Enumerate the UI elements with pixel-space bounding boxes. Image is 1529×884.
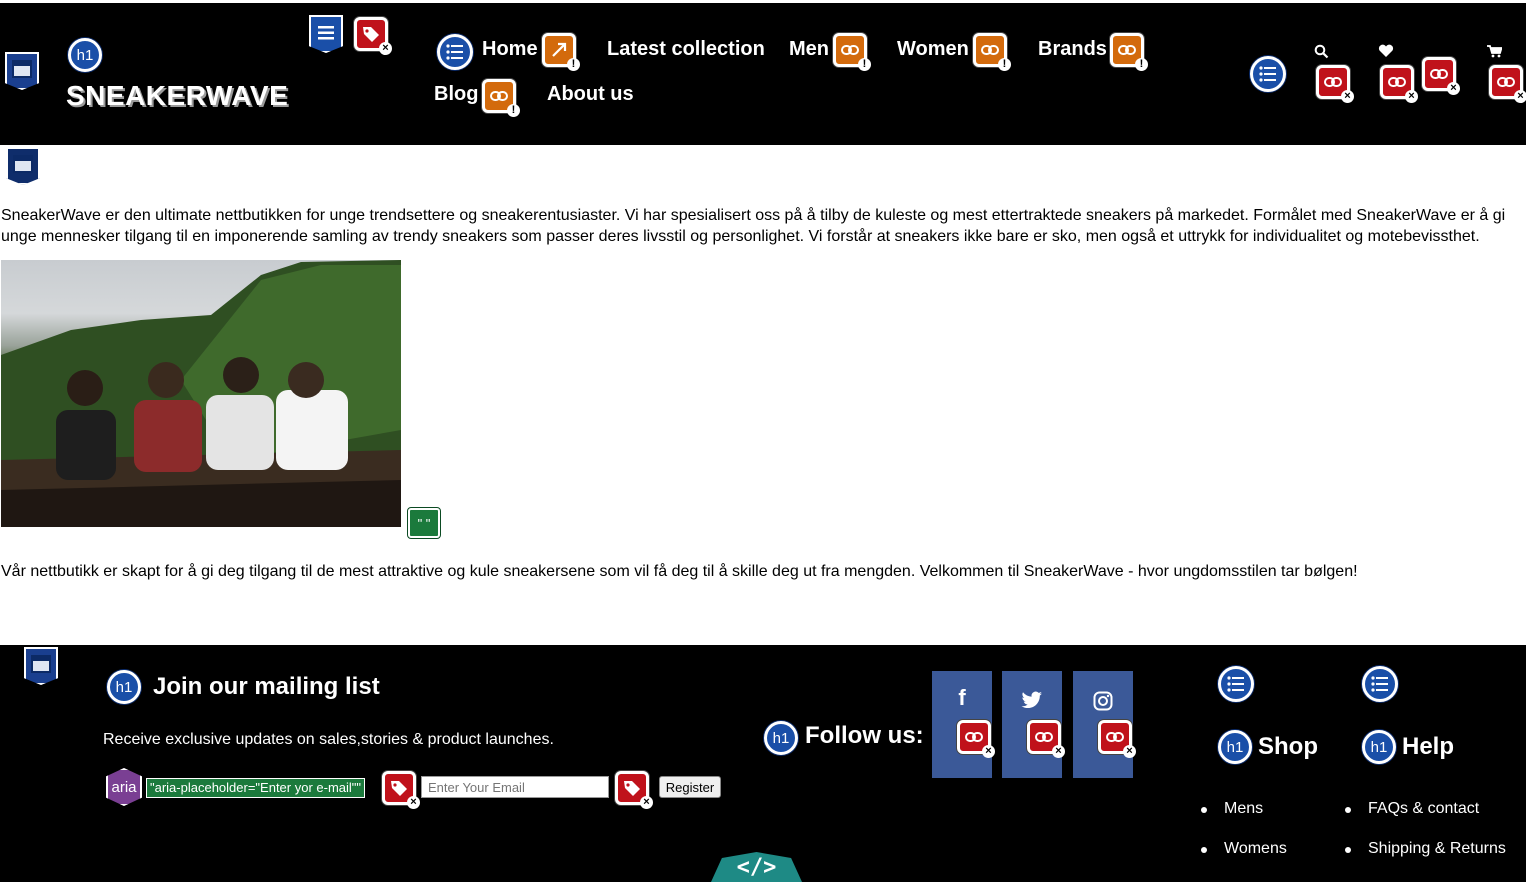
list-item[interactable]: Womens xyxy=(1201,840,1287,858)
hero-image xyxy=(1,260,401,527)
list-item[interactable]: Shipping & Returns xyxy=(1345,840,1506,858)
list-icon xyxy=(1250,56,1286,92)
nav-women-link[interactable]: Women xyxy=(897,38,969,61)
nav-blog-link[interactable]: Blog xyxy=(434,83,478,106)
instagram-icon xyxy=(1073,691,1133,717)
empty-link-error-icon: × xyxy=(1489,65,1527,103)
search-icon[interactable] xyxy=(1314,44,1329,64)
list-icon xyxy=(1362,666,1398,702)
aria-placeholder-note: "aria-placeholder="Enter yor e-mail"" xyxy=(146,778,366,798)
email-field[interactable] xyxy=(421,776,609,798)
h1-heading-icon: h1 xyxy=(1218,730,1252,764)
outro-paragraph: Vår nettbutikk er skapt for å gi deg til… xyxy=(1,563,1358,580)
mailing-list-title: Join our mailing list xyxy=(153,673,380,700)
h1-heading-icon: h1 xyxy=(764,721,798,755)
missing-label-tag-icon: × xyxy=(615,771,653,809)
cart-icon[interactable] xyxy=(1487,45,1503,63)
nav-brands-link[interactable]: Brands xyxy=(1038,38,1107,61)
footer-region-icon xyxy=(24,647,58,685)
missing-label-tag-icon: × xyxy=(382,771,420,809)
nav-latest-collection-link[interactable]: Latest collection xyxy=(607,38,765,61)
site-header xyxy=(0,3,1526,145)
list-item[interactable]: FAQs & contact xyxy=(1345,800,1479,818)
twitter-icon xyxy=(1002,689,1062,715)
empty-link-error-icon: × xyxy=(1098,720,1136,758)
follow-us-title: Follow us: xyxy=(805,722,924,749)
nav-about-us-link[interactable]: About us xyxy=(547,83,634,106)
h1-heading-icon: h1 xyxy=(68,38,102,72)
nav-men-link[interactable]: Men xyxy=(789,38,829,61)
help-title: Help xyxy=(1402,733,1455,760)
navigation-region-icon xyxy=(309,15,343,53)
register-button[interactable]: Register xyxy=(659,776,721,798)
h1-heading-icon: h1 xyxy=(1362,730,1396,764)
main-region-icon xyxy=(6,147,40,185)
link-warning-icon: ! xyxy=(833,33,871,71)
list-icon xyxy=(437,34,473,70)
intro-paragraph: SneakerWave er den ultimate nettbutikken… xyxy=(1,207,1506,245)
heart-icon[interactable] xyxy=(1378,44,1394,63)
missing-label-tag-icon: × xyxy=(354,17,392,55)
empty-link-error-icon: × xyxy=(957,720,995,758)
shop-title: Shop xyxy=(1258,733,1318,760)
facebook-icon: f xyxy=(958,685,966,710)
list-icon xyxy=(1218,666,1254,702)
mailing-list-description: Receive exclusive updates on sales,stori… xyxy=(103,731,554,748)
empty-link-error-icon: × xyxy=(1316,65,1354,103)
h1-heading-icon: h1 xyxy=(107,670,141,704)
link-warning-icon: ! xyxy=(973,33,1011,71)
empty-link-error-icon: × xyxy=(1380,65,1418,103)
empty-link-error-icon: × xyxy=(1422,57,1460,95)
link-warning-icon: ! xyxy=(482,79,520,117)
link-warning-icon: ! xyxy=(1110,33,1148,71)
list-item[interactable]: Mens xyxy=(1201,800,1263,818)
empty-link-error-icon: × xyxy=(1027,720,1065,758)
nav-home-link[interactable]: Home xyxy=(482,38,538,61)
header-region-icon xyxy=(5,52,39,90)
redundant-link-warning-icon: ! xyxy=(542,33,580,71)
image-alt-text-icon: " " xyxy=(408,508,440,538)
site-logo[interactable]: SNEAKERWAVE xyxy=(66,80,288,112)
